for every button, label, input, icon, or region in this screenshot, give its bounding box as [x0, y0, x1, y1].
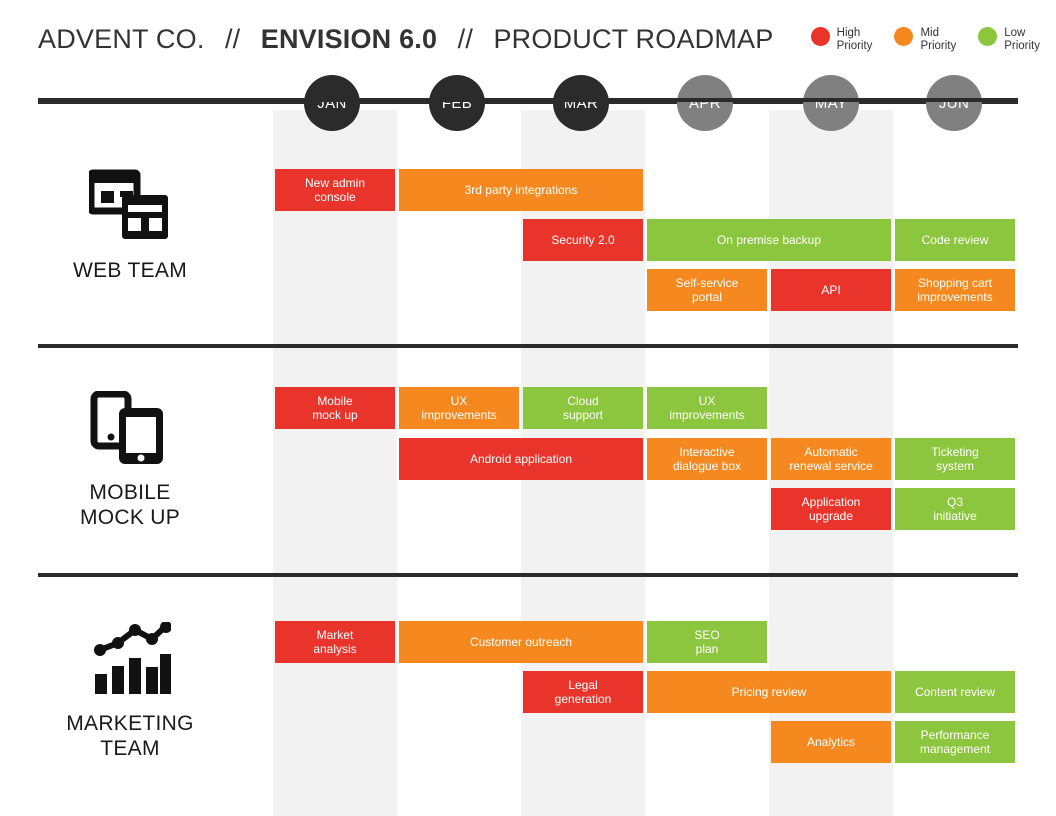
task-bar[interactable]: Performance management [895, 721, 1015, 763]
task-bar[interactable]: 3rd party integrations [399, 169, 643, 211]
task-label: API [821, 283, 841, 297]
task-label: Ticketing system [931, 445, 979, 473]
legend-label: Low Priority [1004, 27, 1040, 52]
section-divider [38, 573, 1018, 577]
task-bar[interactable]: Cloud support [523, 387, 643, 429]
task-label: Self-service portal [675, 276, 739, 304]
task-bar[interactable]: Pricing review [647, 671, 891, 713]
team-block-mobile-mock-up: MOBILE MOCK UP [20, 382, 240, 530]
team-label: MOBILE MOCK UP [79, 481, 181, 529]
task-bar[interactable]: Android application [399, 438, 643, 480]
page-header: ADVENT CO. // ENVISION 6.0 // PRODUCT RO… [0, 0, 1056, 78]
task-label: Security 2.0 [551, 233, 615, 247]
task-label: Q3 initiative [933, 495, 977, 523]
priority-legend: High Priority Mid Priority Low Priority [810, 26, 1040, 53]
month-marker-may[interactable]: MAY [803, 75, 859, 131]
task-bar[interactable]: Legal generation [523, 671, 643, 713]
task-bar[interactable]: Ticketing system [895, 438, 1015, 480]
mobile-devices-icon [20, 382, 240, 474]
title-segment: PRODUCT ROADMAP [493, 24, 774, 54]
task-label: On premise backup [716, 233, 822, 247]
month-column-band [273, 110, 397, 816]
task-bar[interactable]: UX improvements [647, 387, 767, 429]
task-bar[interactable]: New admin console [275, 169, 395, 211]
title-segment: ADVENT CO. [38, 24, 205, 54]
month-marker-apr[interactable]: APR [677, 75, 733, 131]
task-label: UX improvements [669, 394, 745, 422]
task-label: Market analysis [313, 628, 357, 656]
task-bar[interactable]: Q3 initiative [895, 488, 1015, 530]
task-bar[interactable]: Interactive dialogue box [647, 438, 767, 480]
red-dot-icon [810, 27, 830, 46]
section-divider [38, 344, 1018, 348]
task-label: Performance management [919, 728, 991, 756]
legend-label: High Priority [836, 27, 873, 52]
task-bar[interactable]: Shopping cart improvements [895, 269, 1015, 311]
task-bar[interactable]: UX improvements [399, 387, 519, 429]
bar-chart-growth-icon [20, 613, 240, 705]
task-bar[interactable]: Self-service portal [647, 269, 767, 311]
title-segment: ENVISION 6.0 [260, 24, 438, 54]
task-bar[interactable]: SEO plan [647, 621, 767, 663]
task-label: Code review [921, 233, 989, 247]
section-divider [38, 98, 1018, 102]
team-block-web-team: WEB TEAM [20, 160, 240, 283]
title-separator: // [457, 24, 474, 54]
task-bar[interactable]: Code review [895, 219, 1015, 261]
task-label: Mobile mock up [312, 394, 358, 422]
task-bar[interactable]: Automatic renewal service [771, 438, 891, 480]
legend-item: Low Priority [978, 26, 1040, 53]
month-marker-mar[interactable]: MAR [553, 75, 609, 131]
task-label: Content review [914, 685, 996, 699]
task-label: SEO plan [694, 628, 720, 656]
task-label: Analytics [806, 735, 856, 749]
task-label: Pricing review [731, 685, 807, 699]
green-dot-icon [978, 27, 998, 46]
page-title: ADVENT CO. // ENVISION 6.0 // PRODUCT RO… [38, 24, 789, 55]
task-label: Legal generation [554, 678, 612, 706]
task-label: Application upgrade [801, 495, 861, 523]
month-marker-feb[interactable]: FEB [429, 75, 485, 131]
task-label: Cloud support [562, 394, 604, 422]
orange-dot-icon [894, 27, 914, 46]
task-bar[interactable]: Content review [895, 671, 1015, 713]
month-marker-jun[interactable]: JUN [926, 75, 982, 131]
task-bar[interactable]: Customer outreach [399, 621, 643, 663]
task-label: Shopping cart improvements [917, 276, 993, 304]
task-label: UX improvements [421, 394, 497, 422]
legend-item: Mid Priority [894, 26, 956, 53]
task-label: Customer outreach [469, 635, 573, 649]
team-block-marketing-team: MARKETING TEAM [20, 613, 240, 761]
task-label: Interactive dialogue box [672, 445, 742, 473]
task-label: New admin console [304, 176, 366, 204]
task-bar[interactable]: On premise backup [647, 219, 891, 261]
task-bar[interactable]: API [771, 269, 891, 311]
task-label: 3rd party integrations [464, 183, 578, 197]
task-label: Automatic renewal service [789, 445, 873, 473]
task-bar[interactable]: Analytics [771, 721, 891, 763]
month-marker-jan[interactable]: JAN [304, 75, 360, 131]
legend-item: High Priority [810, 26, 873, 53]
team-label: WEB TEAM [72, 259, 188, 282]
team-label: MARKETING TEAM [66, 712, 194, 760]
legend-label: Mid Priority [920, 27, 957, 52]
task-bar[interactable]: Application upgrade [771, 488, 891, 530]
browser-windows-icon [20, 160, 240, 252]
task-bar[interactable]: Mobile mock up [275, 387, 395, 429]
title-separator: // [224, 24, 241, 54]
task-label: Android application [469, 452, 573, 466]
task-bar[interactable]: Security 2.0 [523, 219, 643, 261]
task-bar[interactable]: Market analysis [275, 621, 395, 663]
